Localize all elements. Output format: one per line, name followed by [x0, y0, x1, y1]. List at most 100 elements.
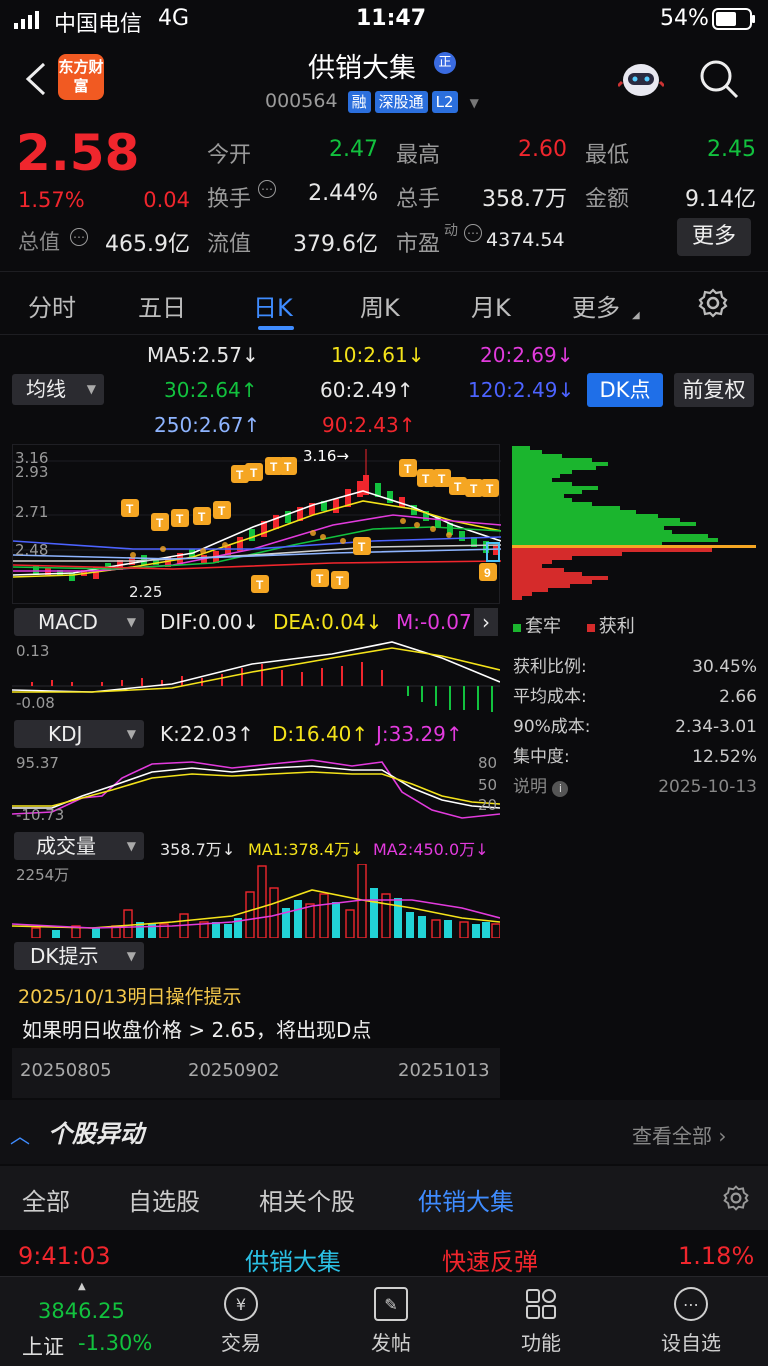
signal-icon: [14, 10, 44, 29]
svg-text:T: T: [250, 466, 258, 480]
low-label: 最低: [585, 143, 630, 168]
volume-value: 358.7万: [482, 187, 567, 212]
tab-weekly-k[interactable]: 周K: [360, 288, 400, 323]
amount-label: 金额: [585, 187, 630, 212]
tab-monthly-k[interactable]: 月K: [471, 288, 511, 323]
chip-distribution[interactable]: [510, 444, 756, 604]
chip-row-concentration: 集中度: 12.52%: [513, 747, 757, 767]
more-button[interactable]: 更多: [677, 218, 751, 256]
kdj-select[interactable]: KDJ ▼: [14, 720, 144, 748]
kdj-j: J:33.29↑: [376, 722, 463, 746]
tab-more[interactable]: 更多: [572, 288, 620, 323]
tag-margin: 融: [347, 91, 371, 113]
volume-select[interactable]: 成交量 ▼: [14, 832, 144, 860]
stock-code: 000564: [265, 90, 338, 112]
robot-assistant-icon[interactable]: [616, 56, 666, 102]
dk-tip-select[interactable]: DK提示 ▼: [14, 942, 144, 970]
edit-icon: ✎: [374, 1287, 408, 1321]
chip-row-note: 说明 i 2025-10-13: [513, 772, 757, 802]
tab-intraday[interactable]: 分时: [28, 288, 76, 323]
tab-daily-k[interactable]: 日K: [253, 288, 293, 323]
index-value[interactable]: 3846.25: [38, 1299, 125, 1323]
movement-event: 快速反弹: [442, 1248, 538, 1276]
active-tab-indicator: [258, 326, 294, 330]
ma-select[interactable]: 均线 ▼: [12, 374, 104, 405]
chevron-right-icon[interactable]: ›: [474, 608, 498, 636]
kline-svg: T T T T T T T T T T T T T T T T T T T 9: [12, 449, 502, 593]
status-bar: 中国电信 4G 11:47 54%: [0, 0, 768, 40]
svg-text:T: T: [284, 460, 292, 474]
ma120-value: 120:2.49↓: [468, 378, 575, 402]
index-name[interactable]: 上证: [22, 1331, 64, 1361]
chip-row-90-cost: 90%成本: 2.34-3.01: [513, 717, 757, 737]
kdj-ref-80: 80: [478, 754, 498, 772]
svg-text:T: T: [470, 482, 478, 496]
macd-select[interactable]: MACD ▼: [14, 608, 144, 636]
movement-tab-stock[interactable]: 供销大集: [418, 1182, 514, 1217]
tab-five-day[interactable]: 五日: [138, 288, 186, 323]
legend-trapped-label: 套牢: [525, 616, 561, 637]
date-label-start: 20250805: [20, 1060, 112, 1081]
svg-text:T: T: [358, 540, 366, 554]
volume-ma2: MA2:450.0万↓: [373, 840, 489, 859]
macd-chart[interactable]: 0.13 -0.08: [11, 640, 501, 714]
nav-trade[interactable]: ¥ 交易: [196, 1287, 286, 1356]
svg-text:T: T: [404, 462, 412, 476]
chevron-down-icon[interactable]: ▼: [470, 96, 479, 110]
pe-info-icon[interactable]: ⋯: [464, 224, 482, 242]
kline-y-248: 2.48: [15, 541, 49, 559]
forward-adjust-button[interactable]: 前复权: [674, 373, 754, 407]
turnover-info-icon[interactable]: ⋯: [258, 180, 276, 198]
volume-chart[interactable]: 2254万: [11, 863, 501, 939]
kdj-y-top: 95.37: [16, 754, 59, 772]
nav-add-watchlist[interactable]: ⋯ 设自选: [646, 1287, 736, 1356]
change-percent: 1.57%: [18, 188, 85, 212]
kdj-chart[interactable]: 95.37 -10.73 80 50 20: [11, 752, 501, 826]
view-all-link[interactable]: 查看全部 ›: [632, 1120, 726, 1149]
open-value: 2.47: [329, 137, 378, 162]
svg-text:T: T: [176, 512, 184, 526]
settings-gear-icon[interactable]: [697, 287, 729, 323]
movement-tab-all[interactable]: 全部: [22, 1182, 70, 1217]
search-icon[interactable]: [698, 58, 740, 104]
back-arrow-icon[interactable]: [24, 62, 48, 100]
turnover-label: 换手: [207, 187, 252, 212]
svg-text:T: T: [486, 482, 494, 496]
profit-legend-swatch: [586, 624, 595, 632]
nav-functions[interactable]: 功能: [496, 1287, 586, 1356]
pe-value: 4374.54: [486, 229, 565, 251]
movement-stock-name: 供销大集: [245, 1248, 341, 1276]
index-change[interactable]: -1.30%: [78, 1331, 152, 1355]
high-label: 最高: [396, 143, 441, 168]
date-axis: 20250805 20250902 20251013: [12, 1048, 500, 1098]
movement-tab-related[interactable]: 相关个股: [259, 1182, 355, 1217]
caret-up-icon: ▲: [78, 1281, 86, 1292]
chip-row-profit-ratio: 获利比例: 30.45%: [513, 657, 757, 677]
svg-text:T: T: [336, 574, 344, 588]
volume-svg: [11, 863, 501, 939]
kdj-d: D:16.40↑: [272, 722, 369, 746]
movement-row[interactable]: 9:41:03 供销大集 快速反弹 1.18%: [0, 1232, 768, 1276]
volume-label: 总手: [396, 187, 441, 212]
open-label: 今开: [207, 143, 252, 168]
macd-y-bottom: -0.08: [16, 694, 55, 712]
movement-settings-gear-icon[interactable]: [722, 1184, 750, 1216]
info-icon[interactable]: i: [552, 781, 569, 797]
tab-more-caret-icon: ◢: [632, 310, 640, 321]
movement-time: 9:41:03: [18, 1242, 111, 1270]
svg-text:T: T: [454, 480, 462, 494]
chevron-up-icon[interactable]: ︿: [10, 1120, 30, 1149]
svg-text:9: 9: [484, 566, 491, 580]
info-icon[interactable]: ⋯: [70, 228, 88, 246]
nav-post[interactable]: ✎ 发帖: [346, 1287, 436, 1356]
ma10-value: 10:2.61↓: [331, 343, 425, 367]
kline-chart[interactable]: T T T T T T T T T T T T T T T T T T T 9: [12, 444, 502, 604]
ma30-value: 30:2.64↑: [164, 378, 258, 402]
ma60-value: 60:2.49↑: [320, 378, 414, 402]
total-value-label: 总值: [18, 230, 60, 254]
ma20-value: 20:2.69↓: [480, 343, 574, 367]
dk-point-button[interactable]: DK点: [587, 373, 663, 407]
total-value: 465.9亿: [105, 232, 190, 257]
movement-tab-watchlist[interactable]: 自选股: [128, 1182, 200, 1217]
kdj-k: K:22.03↑: [160, 722, 254, 746]
